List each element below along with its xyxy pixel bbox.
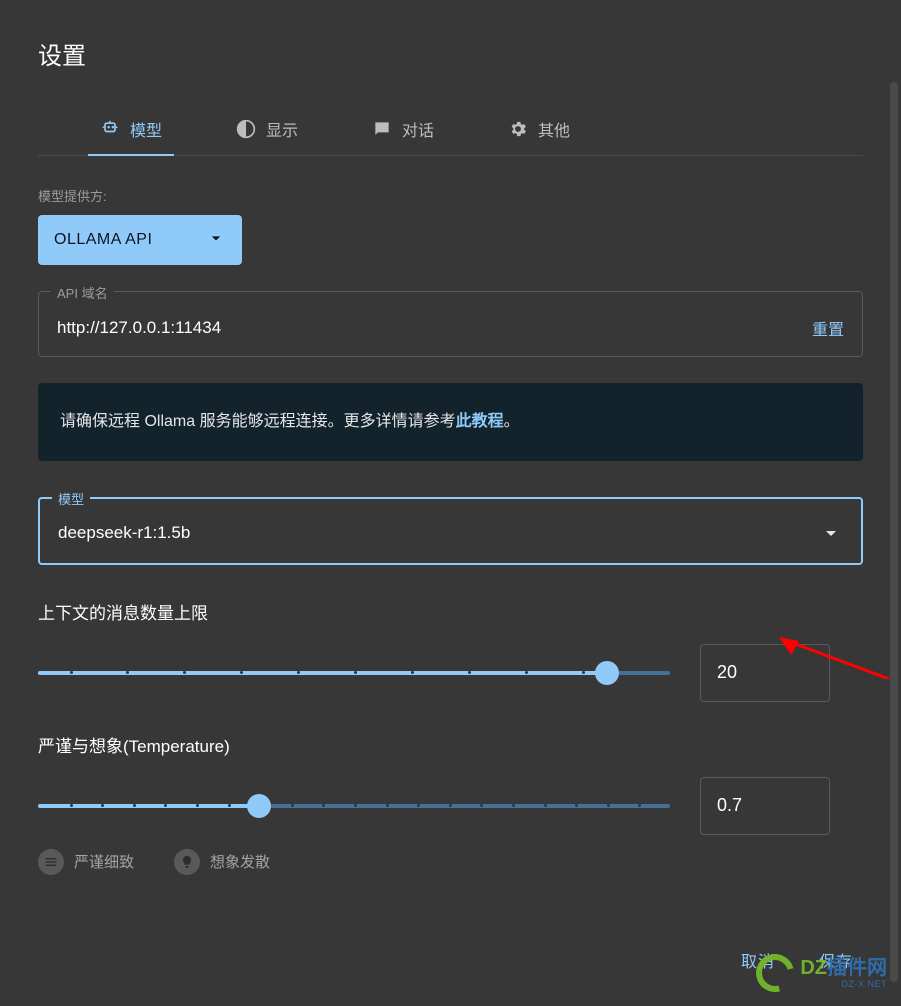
chat-icon	[372, 119, 392, 139]
context-limit-value[interactable]: 20	[700, 644, 830, 702]
provider-select[interactable]: OLLAMA API	[38, 215, 242, 265]
api-domain-input[interactable]	[57, 318, 812, 338]
slider-thumb[interactable]	[595, 661, 619, 685]
gear-icon	[508, 119, 528, 139]
tab-display[interactable]: 显示	[230, 107, 304, 155]
vertical-scrollbar[interactable]	[890, 82, 898, 982]
robot-icon	[100, 119, 120, 139]
contrast-icon	[236, 119, 256, 139]
api-domain-label: API 域名	[51, 283, 114, 302]
model-select-value: deepseek-r1:1.5b	[58, 523, 819, 543]
tab-label: 对话	[402, 117, 434, 141]
temperature-title: 严谨与想象(Temperature)	[38, 732, 863, 757]
tab-model[interactable]: 模型	[94, 107, 168, 155]
context-limit-slider[interactable]	[38, 659, 670, 687]
tutorial-link[interactable]: 此教程	[456, 413, 504, 430]
dialog-title: 设置	[38, 36, 863, 71]
save-button[interactable]: 保存	[809, 940, 863, 980]
api-domain-field[interactable]: API 域名 重置	[38, 291, 863, 357]
banner-text: 请确保远程 Ollama 服务能够远程连接。更多详情请参考	[60, 413, 456, 430]
provider-label: 模型提供方:	[38, 186, 863, 205]
model-select-label: 模型	[52, 489, 90, 508]
temperature-block: 严谨与想象(Temperature) 0.7	[38, 732, 863, 875]
dropdown-arrow-icon	[819, 521, 843, 545]
chevron-down-icon	[206, 228, 226, 253]
context-limit-title: 上下文的消息数量上限	[38, 599, 863, 624]
bulb-icon	[174, 849, 200, 875]
cancel-button[interactable]: 取消	[731, 940, 785, 980]
chip-strict: 严谨细致	[38, 849, 134, 875]
dialog-footer: 取消 保存	[731, 940, 863, 980]
settings-dialog: 设置 模型 显示 对话 其他 模型提供方:	[0, 0, 901, 1006]
temperature-value[interactable]: 0.7	[700, 777, 830, 835]
banner-suffix: 。	[504, 413, 520, 430]
list-icon	[38, 849, 64, 875]
tab-chat[interactable]: 对话	[366, 107, 440, 155]
info-banner: 请确保远程 Ollama 服务能够远程连接。更多详情请参考此教程。	[38, 383, 863, 461]
tab-label: 其他	[538, 117, 570, 141]
tab-label: 模型	[130, 117, 162, 141]
tabs-bar: 模型 显示 对话 其他	[38, 107, 863, 156]
tab-other[interactable]: 其他	[502, 107, 576, 155]
model-select[interactable]: 模型 deepseek-r1:1.5b	[38, 497, 863, 565]
reset-button[interactable]: 重置	[812, 316, 844, 340]
provider-value: OLLAMA API	[54, 231, 152, 249]
context-limit-block: 上下文的消息数量上限 20	[38, 599, 863, 702]
tab-label: 显示	[266, 117, 298, 141]
temperature-slider[interactable]	[38, 792, 670, 820]
chip-creative: 想象发散	[174, 849, 270, 875]
slider-thumb[interactable]	[247, 794, 271, 818]
